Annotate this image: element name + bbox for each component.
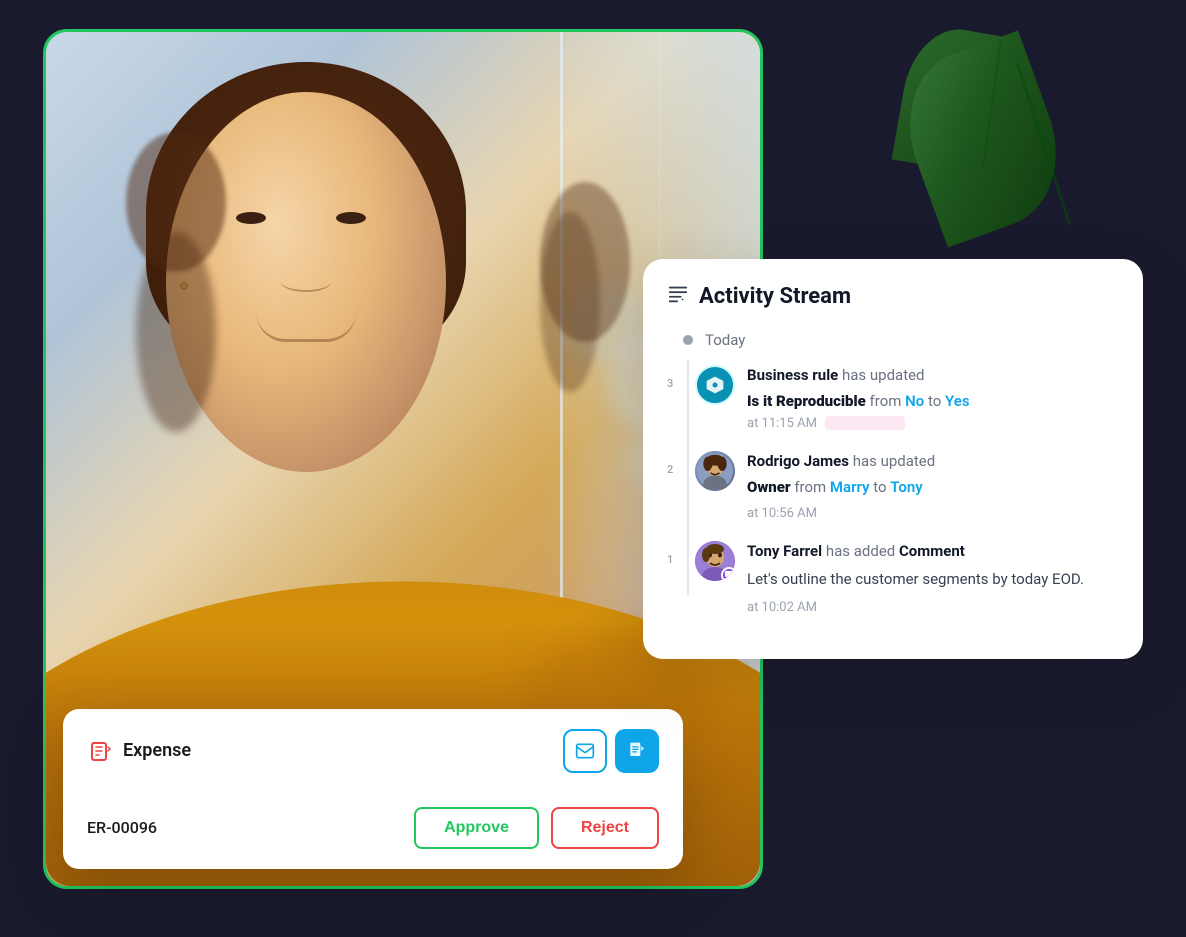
item-actor-1: Tony Farrel xyxy=(747,542,822,560)
item-action-1: has added xyxy=(826,542,899,560)
receipt-button[interactable] xyxy=(615,729,659,773)
item-actor-2: Rodrigo James xyxy=(747,452,849,470)
item-main-text-2: Rodrigo James has updated xyxy=(747,451,1119,472)
activity-stream-card: Activity Stream Today 3 xyxy=(643,259,1143,660)
item-change-3: Is it Reproducible from No to Yes xyxy=(747,392,1119,410)
expense-bottom: ER-00096 Approve Reject xyxy=(87,807,659,849)
expense-header: Expense xyxy=(87,729,659,773)
avatar-business-rule xyxy=(695,365,735,405)
item-field-3: Is it Reproducible xyxy=(747,392,866,410)
chat-bubble-overlay xyxy=(721,567,735,581)
item-from-label-3: from xyxy=(870,392,906,410)
item-main-text-3: Business rule has updated xyxy=(747,365,1119,386)
approve-button[interactable]: Approve xyxy=(414,807,539,849)
activity-item-1: 1 xyxy=(695,541,1119,616)
activity-stream-icon xyxy=(667,283,689,311)
item-number-3: 3 xyxy=(667,377,673,390)
date-dot xyxy=(683,335,693,345)
expense-buttons: Approve Reject xyxy=(414,807,659,849)
date-separator: Today xyxy=(667,331,1119,349)
main-scene: Expense ER-00096 xyxy=(43,29,1143,909)
activity-items-container: 3 Business rule has updated I xyxy=(667,365,1119,616)
expense-card: Expense ER-00096 xyxy=(63,709,683,869)
item-content-1: Tony Farrel has added Comment Let's outl… xyxy=(747,541,1119,616)
expense-id: ER-00096 xyxy=(87,818,157,837)
item-field-2: Owner xyxy=(747,478,791,496)
today-label: Today xyxy=(705,331,745,349)
item-action-3: has updated xyxy=(842,366,925,384)
avatar-tony xyxy=(695,541,735,581)
item-from-val-2: Marry xyxy=(830,478,870,496)
item-action-2: has updated xyxy=(853,452,936,470)
item-to-val-2: Tony xyxy=(890,478,922,496)
plant-decoration xyxy=(883,29,1063,249)
item-to-label-2: to xyxy=(873,478,890,496)
item-number-2: 2 xyxy=(667,463,673,476)
reject-button[interactable]: Reject xyxy=(551,807,659,849)
activity-item-2: 2 xyxy=(695,451,1119,521)
activity-timeline: Today 3 Business rule has xyxy=(667,331,1119,616)
item-to-label-3: to xyxy=(928,392,945,410)
item-actor-3: Business rule xyxy=(747,366,838,384)
item-content-3: Business rule has updated Is it Reproduc… xyxy=(747,365,1119,431)
expense-icon xyxy=(87,737,115,765)
expense-title-row: Expense xyxy=(87,737,191,765)
activity-stream-title: Activity Stream xyxy=(699,284,851,309)
timeline-line xyxy=(687,359,689,596)
activity-item-3: 3 Business rule has updated I xyxy=(695,365,1119,431)
item-number-1: 1 xyxy=(667,553,673,566)
item-main-text-1: Tony Farrel has added Comment xyxy=(747,541,1119,562)
item-from-label-2: from xyxy=(794,478,830,496)
expense-title: Expense xyxy=(123,740,191,761)
email-button[interactable] xyxy=(563,729,607,773)
avatar-rodrigo xyxy=(695,451,735,491)
item-time-3: at 11:15 AM xyxy=(747,416,817,431)
expense-actions xyxy=(563,729,659,773)
item-from-val-3: No xyxy=(905,392,924,410)
item-content-2: Rodrigo James has updated Owner from Mar… xyxy=(747,451,1119,521)
item-to-val-3: Yes xyxy=(945,392,970,410)
activity-stream-header: Activity Stream xyxy=(667,283,1119,311)
item-time-1: at 10:02 AM xyxy=(747,600,817,615)
item-time-2: at 10:56 AM xyxy=(747,506,817,521)
item-comment-1: Let's outline the customer segments by t… xyxy=(747,568,1119,591)
item-change-2: Owner from Marry to Tony xyxy=(747,478,1119,496)
item-field-1: Comment xyxy=(899,542,965,560)
